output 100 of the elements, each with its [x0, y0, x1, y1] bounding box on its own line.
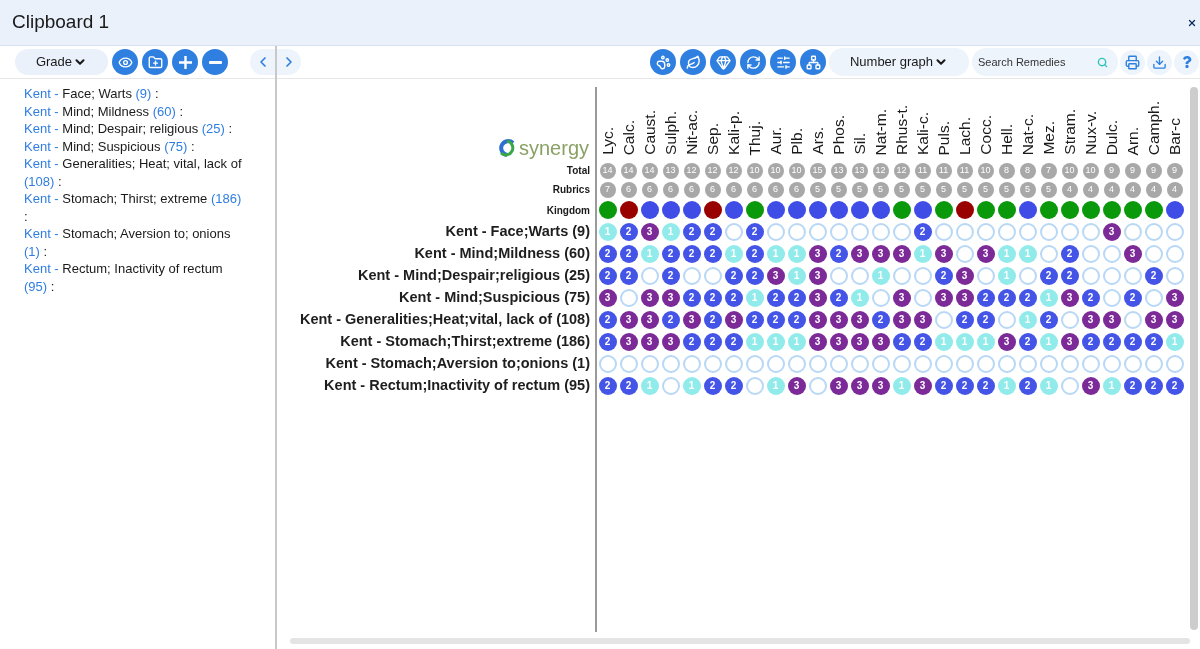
grade-badge: 1: [1039, 289, 1058, 307]
empty-ring-icon: [934, 223, 953, 241]
download-button[interactable]: [1147, 49, 1172, 75]
remedy-column-header[interactable]: Nux-v.: [1080, 111, 1101, 155]
empty-ring-icon: [850, 223, 869, 241]
help-button[interactable]: [1174, 49, 1199, 75]
remedy-column-header[interactable]: Thuj.: [744, 120, 765, 155]
grade-badge: 2: [619, 267, 638, 285]
remedy-column-header[interactable]: Arn.: [1122, 126, 1143, 155]
remedy-column-header[interactable]: Mez.: [1038, 121, 1059, 155]
horizontal-scrollbar[interactable]: [290, 637, 1190, 644]
remedy-column-header[interactable]: Aur.: [765, 127, 786, 155]
clipboard-rubric-entry[interactable]: Kent - Mind; Suspicious (75) :: [24, 137, 247, 155]
remedy-column-header[interactable]: Calc.: [618, 119, 639, 155]
remove-button[interactable]: [202, 49, 228, 75]
empty-ring-icon: [1102, 289, 1121, 307]
printer-icon: [1125, 54, 1140, 70]
remedy-column-header[interactable]: Kali-c.: [912, 111, 933, 155]
remedy-column-header[interactable]: Puls.: [933, 120, 954, 155]
clipboard-rubric-entry[interactable]: Kent - Rectum; Inactivity of rectum (95) :: [24, 260, 247, 295]
add-folder-button[interactable]: [142, 49, 168, 75]
empty-ring-icon: [829, 267, 848, 285]
previous-button[interactable]: [250, 49, 275, 75]
remedy-column-header[interactable]: Kali-p.: [723, 111, 744, 155]
grade-badge: 2: [661, 267, 680, 285]
rubric-count-badge: 5: [851, 181, 868, 198]
remedy-column-header[interactable]: Stram.: [1059, 109, 1080, 155]
total-count-badge: 13: [830, 162, 847, 179]
animal-kingdom-button[interactable]: [650, 49, 676, 75]
plant-kingdom-button[interactable]: [680, 49, 706, 75]
remedy-column-header[interactable]: Rhus-t.: [891, 105, 912, 155]
remedy-column-header[interactable]: Bar-c: [1164, 117, 1185, 155]
hierarchy-button[interactable]: [800, 49, 826, 75]
remedy-column-header[interactable]: Sulph.: [660, 111, 681, 155]
remedy-column-header[interactable]: Hell.: [996, 124, 1017, 155]
grade-badge: 3: [1123, 245, 1142, 263]
remedy-column-header[interactable]: Plb.: [786, 128, 807, 155]
grade-badge: 3: [1165, 311, 1184, 329]
rubric-count-badge: 5: [809, 181, 826, 198]
clipboard-rubric-entry[interactable]: Kent - Face; Warts (9) :: [24, 85, 247, 103]
close-button[interactable]: [1187, 17, 1197, 28]
view-button[interactable]: [112, 49, 138, 75]
grade-badge: 3: [871, 245, 890, 263]
rubric-row-label: Kent - Stomach;Aversion to;onions (1): [325, 354, 590, 374]
remedy-column-header[interactable]: Nat-c.: [1017, 113, 1038, 155]
clipboard-rubric-entry[interactable]: Kent - Stomach; Aversion to; onions (1) :: [24, 225, 247, 260]
empty-ring-icon: [1144, 245, 1163, 263]
vertical-scrollbar[interactable]: [1190, 87, 1198, 630]
remedy-column-header[interactable]: Camph.: [1143, 100, 1164, 155]
clipboard-rubric-entry[interactable]: Kent - Mind; Despair; religious (25) :: [24, 120, 247, 138]
remedy-column-header[interactable]: Nat-m.: [870, 108, 891, 155]
remedy-column-header[interactable]: Ars.: [807, 127, 828, 155]
add-button[interactable]: [172, 49, 198, 75]
grade-badge: 2: [1123, 377, 1142, 395]
grade-badge: 3: [661, 333, 680, 351]
empty-ring-icon: [976, 223, 995, 241]
remedy-column-header[interactable]: Dulc.: [1101, 119, 1122, 155]
grade-badge: 1: [997, 377, 1016, 395]
sliders-icon: [775, 54, 791, 70]
remedy-column-header[interactable]: Sil.: [849, 133, 870, 155]
empty-ring-icon: [871, 223, 890, 241]
grade-badge: 2: [913, 223, 932, 241]
rubric-count-badge: 5: [998, 181, 1015, 198]
grade-badge: 1: [892, 377, 911, 395]
remedy-column-header[interactable]: Lach.: [954, 117, 975, 155]
next-button[interactable]: [277, 49, 301, 75]
grade-badge: 3: [871, 377, 890, 395]
remedy-column-header[interactable]: Phos.: [828, 115, 849, 155]
remedy-column-header[interactable]: Lyc.: [597, 127, 618, 155]
clipboard-rubric-entry[interactable]: Kent - Generalities; Heat; vital, lack of (108) :: [24, 155, 247, 190]
empty-ring-icon: [1060, 355, 1079, 373]
clipboard-rubric-entry[interactable]: Kent - Stomach; Thirst; extreme (186) :: [24, 190, 247, 225]
remedy-column-header[interactable]: Cocc.: [975, 115, 996, 155]
remedy-column-header[interactable]: Caust.: [639, 110, 660, 155]
empty-ring-icon: [1102, 245, 1121, 263]
grade-dropdown[interactable]: Grade: [15, 49, 108, 75]
filter-settings-button[interactable]: [770, 49, 796, 75]
kingdom-row-label: Kingdom: [546, 203, 590, 218]
graph-type-dropdown[interactable]: Number graph: [829, 48, 969, 76]
grade-badge: 1: [745, 333, 764, 351]
remedy-column-header[interactable]: Sep.: [702, 123, 723, 155]
grade-badge: 3: [808, 333, 827, 351]
grade-badge: 1: [682, 377, 701, 395]
rubric-count-badge: 5: [977, 181, 994, 198]
empty-ring-icon: [1123, 311, 1142, 329]
empty-ring-icon: [1081, 267, 1100, 285]
mineral-kingdom-button[interactable]: [710, 49, 736, 75]
grade-badge: 1: [1018, 311, 1037, 329]
refresh-button[interactable]: [740, 49, 766, 75]
grade-badge: 3: [850, 311, 869, 329]
empty-ring-icon: [997, 355, 1016, 373]
empty-ring-icon: [871, 355, 890, 373]
empty-ring-icon: [703, 355, 722, 373]
print-button[interactable]: [1120, 49, 1145, 75]
search-field[interactable]: Search Remedies: [972, 48, 1118, 76]
clipboard-rubric-entry[interactable]: Kent - Mind; Mildness (60) :: [24, 102, 247, 120]
remedy-column-header[interactable]: Nit-ac.: [681, 110, 702, 155]
empty-ring-icon: [913, 289, 932, 307]
grade-badge: 2: [1081, 289, 1100, 307]
empty-ring-icon: [1081, 223, 1100, 241]
